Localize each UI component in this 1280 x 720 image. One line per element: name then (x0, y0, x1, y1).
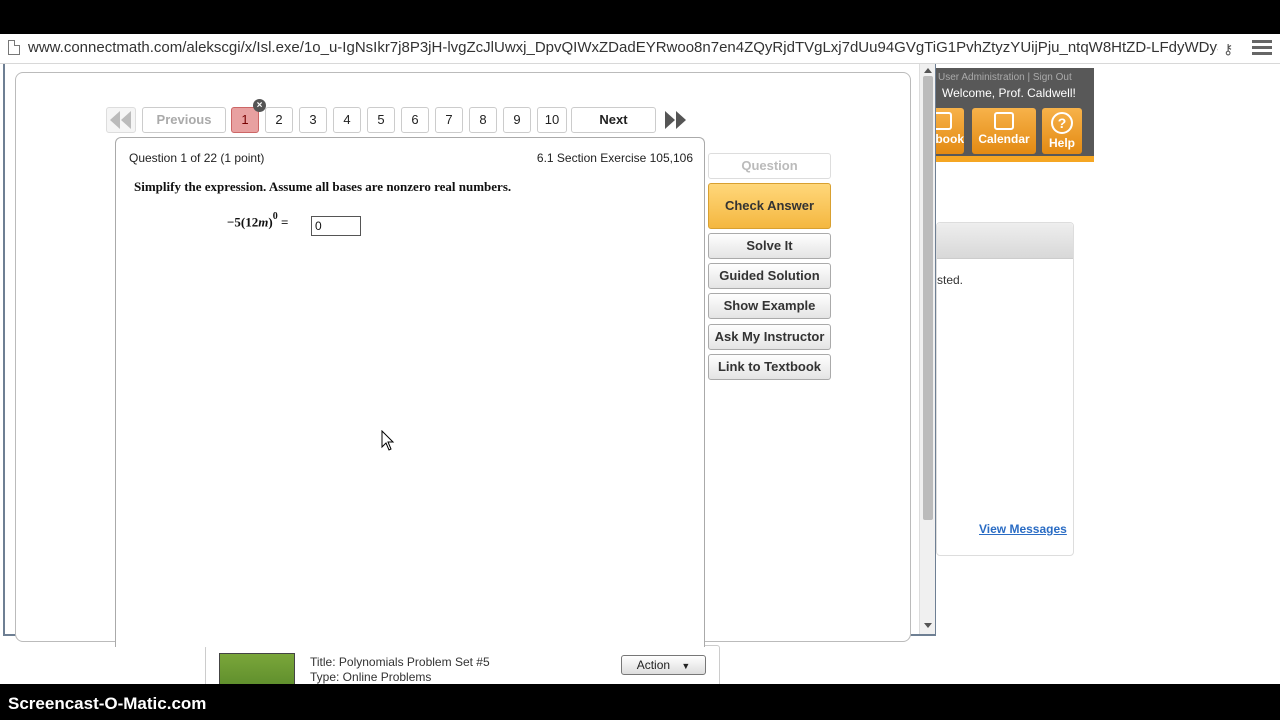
app-header: User Administration | Sign Out Welcome, … (928, 68, 1094, 162)
question-number: Question 1 of 22 (1 point) (129, 151, 265, 165)
page-3-button[interactable]: 3 (299, 107, 327, 133)
url-text[interactable]: www.connectmath.com/alekscgi/x/Isl.exe/1… (28, 39, 1218, 56)
mouse-cursor-icon (381, 430, 395, 451)
show-example-button[interactable]: Show Example (708, 293, 831, 319)
page-4-button[interactable]: 4 (333, 107, 361, 133)
page-8-button[interactable]: 8 (469, 107, 497, 133)
expression-equals: = (277, 214, 289, 230)
nav-help[interactable]: ? Help (1042, 108, 1082, 154)
top-black-bar (0, 0, 1280, 34)
previous-button[interactable]: Previous (142, 107, 226, 133)
welcome-text: Welcome, Prof. Caldwell! (942, 86, 1076, 100)
page-10-button[interactable]: 10 (537, 107, 567, 133)
expression-exponent: 0 (272, 211, 278, 222)
page-5-button[interactable]: 5 (367, 107, 395, 133)
next-button[interactable]: Next (571, 107, 656, 133)
check-answer-button[interactable]: Check Answer (708, 183, 831, 229)
popup-content: Previous 1 × 2 3 4 5 6 7 8 9 10 Next Que… (15, 72, 911, 647)
nav-calendar[interactable]: Calendar (972, 108, 1036, 154)
page-9-button[interactable]: 9 (503, 107, 531, 133)
last-page-button[interactable] (660, 107, 690, 133)
scroll-thumb[interactable] (923, 76, 933, 520)
panel-partial-text: sted. (937, 273, 964, 287)
question-instruction: Simplify the expression. Assume all base… (134, 179, 512, 194)
question-button[interactable]: Question (708, 153, 831, 179)
menu-icon[interactable] (1252, 40, 1272, 58)
expression-variable: m (258, 214, 269, 230)
expression-base: −5(12 (227, 214, 259, 230)
action-label: Action (636, 658, 671, 672)
double-left-arrow-icon (110, 111, 131, 129)
nav-help-label: Help (1048, 136, 1075, 150)
header-accent-line (930, 156, 1094, 162)
calendar-icon (994, 112, 1014, 130)
nav-calendar-label: Calendar (978, 132, 1030, 146)
guided-solution-button[interactable]: Guided Solution (708, 263, 831, 289)
question-popup-window: Previous 1 × 2 3 4 5 6 7 8 9 10 Next Que… (3, 64, 936, 647)
page-6-button[interactable]: 6 (401, 107, 429, 133)
popup-scrollbar[interactable] (919, 64, 935, 634)
question-panel: Question 1 of 22 (1 point) 6.1 Section E… (115, 137, 705, 647)
page-1-button[interactable]: 1 (231, 107, 259, 133)
double-right-arrow-icon (665, 111, 686, 129)
page-2-button[interactable]: 2 (265, 107, 293, 133)
panel-header (937, 223, 1073, 259)
page-icon (8, 40, 20, 55)
header-links[interactable]: User Administration | Sign Out (938, 72, 1072, 83)
screen: www.connectmath.com/alekscgi/x/Isl.exe/1… (0, 0, 1280, 720)
help-icon: ? (1051, 112, 1073, 134)
dropdown-arrow-icon: ▼ (681, 661, 691, 671)
assignment-type: Type: Online Problems (310, 670, 432, 684)
answer-input[interactable]: 0 (311, 216, 361, 236)
assignment-title: Title: Polynomials Problem Set #5 (310, 655, 490, 669)
scroll-down-icon[interactable] (924, 623, 932, 628)
ask-instructor-button[interactable]: Ask My Instructor (708, 324, 831, 350)
address-bar[interactable]: www.connectmath.com/alekscgi/x/Isl.exe/1… (0, 34, 1280, 64)
page-7-button[interactable]: 7 (435, 107, 463, 133)
key-icon[interactable]: ⚷ (1223, 41, 1233, 58)
math-expression: −5(12m)0 = (227, 211, 289, 230)
first-page-button[interactable] (106, 107, 136, 133)
question-section: 6.1 Section Exercise 105,106 (536, 151, 693, 165)
scroll-up-icon[interactable] (924, 68, 932, 73)
action-dropdown[interactable]: Action ▼ (621, 655, 706, 675)
watermark-text: Screencast-O-Matic.com (8, 694, 207, 713)
bottom-black-bar: Screencast-O-Matic.com (0, 684, 1280, 720)
solve-it-button[interactable]: Solve It (708, 233, 831, 259)
link-textbook-button[interactable]: Link to Textbook (708, 354, 831, 380)
messages-panel: sted. View Messages (936, 222, 1074, 556)
view-messages-link[interactable]: View Messages (979, 522, 1067, 536)
